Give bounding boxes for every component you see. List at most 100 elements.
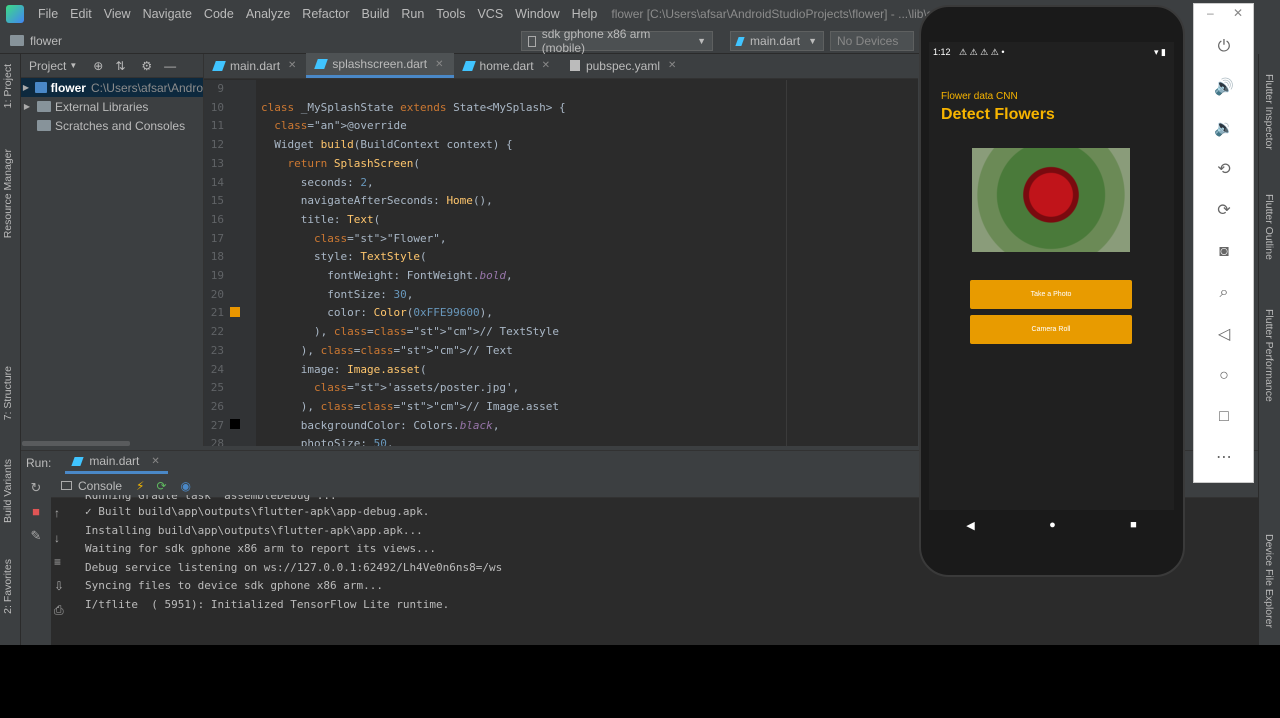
project-tool-tab[interactable]: 1: Project [2, 64, 14, 108]
menu-code[interactable]: Code [198, 7, 240, 21]
no-devices-selector[interactable]: No Devices [830, 31, 914, 51]
console-tab[interactable]: Console [78, 479, 122, 493]
menu-run[interactable]: Run [395, 7, 430, 21]
menu-navigate[interactable]: Navigate [137, 7, 198, 21]
code-line: ), class=class="st">"cm">// TextStyle [261, 325, 560, 339]
collapse-icon[interactable]: ⇅ [115, 59, 125, 73]
run-tab-main-dart[interactable]: main.dart ✕ [65, 451, 168, 474]
status-bar: 1:12 ⚠ ⚠ ⚠ ⚠ • ▾ ▮ [929, 42, 1174, 62]
menu-file[interactable]: File [32, 7, 64, 21]
zoom-icon[interactable]: ⌕ [1211, 282, 1237, 304]
line-number: 12 [210, 138, 224, 152]
take-photo-button[interactable]: Take a Photo [970, 280, 1132, 309]
hot-reload-icon[interactable]: ⚡ [136, 479, 144, 493]
tab-pubspec-yaml[interactable]: pubspec.yaml ✕ [560, 53, 686, 78]
camera-icon[interactable]: ◙ [1211, 241, 1237, 263]
stop-icon[interactable]: ■ [28, 504, 44, 520]
breadcrumb[interactable]: flower [30, 34, 62, 48]
recents-icon[interactable]: ■ [1130, 519, 1137, 531]
overview-icon[interactable]: □ [1211, 406, 1237, 428]
hot-restart-icon[interactable]: ⟳ [156, 479, 166, 493]
close-icon[interactable]: ✕ [288, 60, 296, 71]
menu-help[interactable]: Help [566, 7, 604, 21]
code-line: class="st">"Flower", [313, 231, 447, 245]
device-selector[interactable]: sdk gphone x86 arm (mobile) ▼ [521, 27, 713, 55]
pin-icon[interactable]: ✎ [28, 528, 44, 544]
power-icon[interactable]: ⏻ [1211, 36, 1237, 58]
code-line: class="an">@override [274, 119, 407, 133]
notification-icons: ⚠ ⚠ ⚠ ⚠ • [959, 47, 1005, 57]
close-icon[interactable]: ✕ [542, 60, 550, 71]
dart-file-icon [71, 456, 84, 466]
menu-build[interactable]: Build [356, 7, 396, 21]
locate-icon[interactable]: ⊕ [93, 59, 103, 73]
favorites-tab[interactable]: 2: Favorites [2, 559, 14, 614]
back-icon[interactable]: ◀ [966, 519, 974, 532]
minimize-icon[interactable]: – [1207, 6, 1214, 20]
resource-manager-tab[interactable]: Resource Manager [2, 149, 14, 238]
devtools-icon[interactable]: ◉ [181, 479, 191, 493]
close-icon[interactable]: ✕ [668, 60, 676, 71]
color-swatch-icon[interactable] [230, 307, 240, 317]
console-icon [61, 481, 72, 490]
volume-down-icon[interactable]: 🔉 [1211, 118, 1237, 140]
close-icon[interactable]: ✕ [435, 59, 443, 70]
flutter-outline-tab[interactable]: Flutter Outline [1263, 194, 1275, 260]
horizontal-scrollbar[interactable] [22, 441, 130, 446]
right-margin-guide [786, 80, 787, 446]
camera-roll-button[interactable]: Camera Roll [970, 315, 1132, 344]
chevron-down-icon[interactable]: ▼ [69, 61, 77, 70]
emulator-screen[interactable]: 1:12 ⚠ ⚠ ⚠ ⚠ • ▾ ▮ Flower data CNN Detec… [929, 42, 1174, 510]
expand-icon[interactable]: ▶ [21, 83, 31, 92]
rotate-right-icon[interactable]: ⟳ [1211, 200, 1237, 222]
project-view-selector[interactable]: Project [29, 59, 66, 73]
tree-row-external-libraries[interactable]: ▶ External Libraries [21, 97, 203, 116]
line-number: 24 [210, 362, 224, 376]
scroll-up-icon[interactable]: ↑ [54, 506, 60, 520]
menu-analyze[interactable]: Analyze [240, 7, 296, 21]
menu-window[interactable]: Window [509, 7, 565, 21]
scroll-down-icon[interactable]: ↓ [54, 531, 60, 545]
scratches-icon [37, 120, 51, 131]
back-icon[interactable]: ◁ [1211, 324, 1237, 346]
flutter-performance-tab[interactable]: Flutter Performance [1263, 309, 1275, 402]
home-icon[interactable]: ○ [1211, 365, 1237, 387]
more-icon[interactable]: ⋯ [1211, 447, 1237, 469]
print-icon[interactable]: ⎙ [54, 603, 64, 618]
minimize-icon[interactable]: — [164, 59, 176, 73]
rotate-left-icon[interactable]: ⟲ [1211, 159, 1237, 181]
gear-icon[interactable]: ⚙ [141, 59, 152, 73]
code-line: ), class=class="st">"cm">// Image.asset [261, 399, 560, 413]
menu-refactor[interactable]: Refactor [296, 7, 355, 21]
close-icon[interactable]: ✕ [151, 456, 159, 467]
device-file-explorer-tab[interactable]: Device File Explorer [1263, 534, 1275, 628]
tab-splashscreen-dart[interactable]: splashscreen.dart ✕ [306, 53, 454, 78]
tree-row-scratches[interactable]: Scratches and Consoles [21, 116, 203, 135]
line-number: 19 [210, 269, 224, 282]
volume-up-icon[interactable]: 🔊 [1211, 77, 1237, 99]
menu-tools[interactable]: Tools [430, 7, 471, 21]
menu-edit[interactable]: Edit [64, 7, 98, 21]
tab-home-dart[interactable]: home.dart ✕ [454, 53, 560, 78]
code-line: backgroundColor: Colors.black, [261, 418, 500, 432]
tab-main-dart[interactable]: main.dart ✕ [204, 53, 306, 78]
run-config-label: main.dart [750, 34, 801, 48]
close-icon[interactable]: ✕ [1233, 6, 1243, 20]
expand-icon[interactable]: ▶ [21, 102, 33, 111]
scroll-to-end-icon[interactable]: ⇩ [54, 579, 64, 593]
color-swatch-icon[interactable] [230, 419, 240, 429]
menu-view[interactable]: View [98, 7, 137, 21]
build-variants-tab[interactable]: Build Variants [2, 459, 14, 523]
console-output[interactable]: Running Gradle task 'assembleDebug'... ✓… [85, 495, 502, 617]
rerun-icon[interactable]: ↻ [28, 480, 44, 496]
run-config-selector[interactable]: main.dart ▼ [730, 31, 824, 51]
home-icon[interactable]: ● [1049, 519, 1056, 531]
code-editor[interactable]: 9 10 11 12 13 14 15 16 17 18 19 20 21 22 23 24 25 26 27 28 … [204, 80, 919, 446]
run-side-toolbar: ↻ ■ ✎ [21, 474, 51, 646]
flutter-inspector-tab[interactable]: Flutter Inspector [1263, 74, 1275, 150]
project-panel-header: Project ▼ ⊕ ⇅ ⚙ — [21, 54, 203, 78]
menu-vcs[interactable]: VCS [471, 7, 509, 21]
tree-row-flower[interactable]: ▶ flower C:\Users\afsar\Andro [21, 78, 203, 97]
structure-tab[interactable]: 7: Structure [2, 366, 14, 420]
soft-wrap-icon[interactable]: ≡ [54, 555, 61, 569]
